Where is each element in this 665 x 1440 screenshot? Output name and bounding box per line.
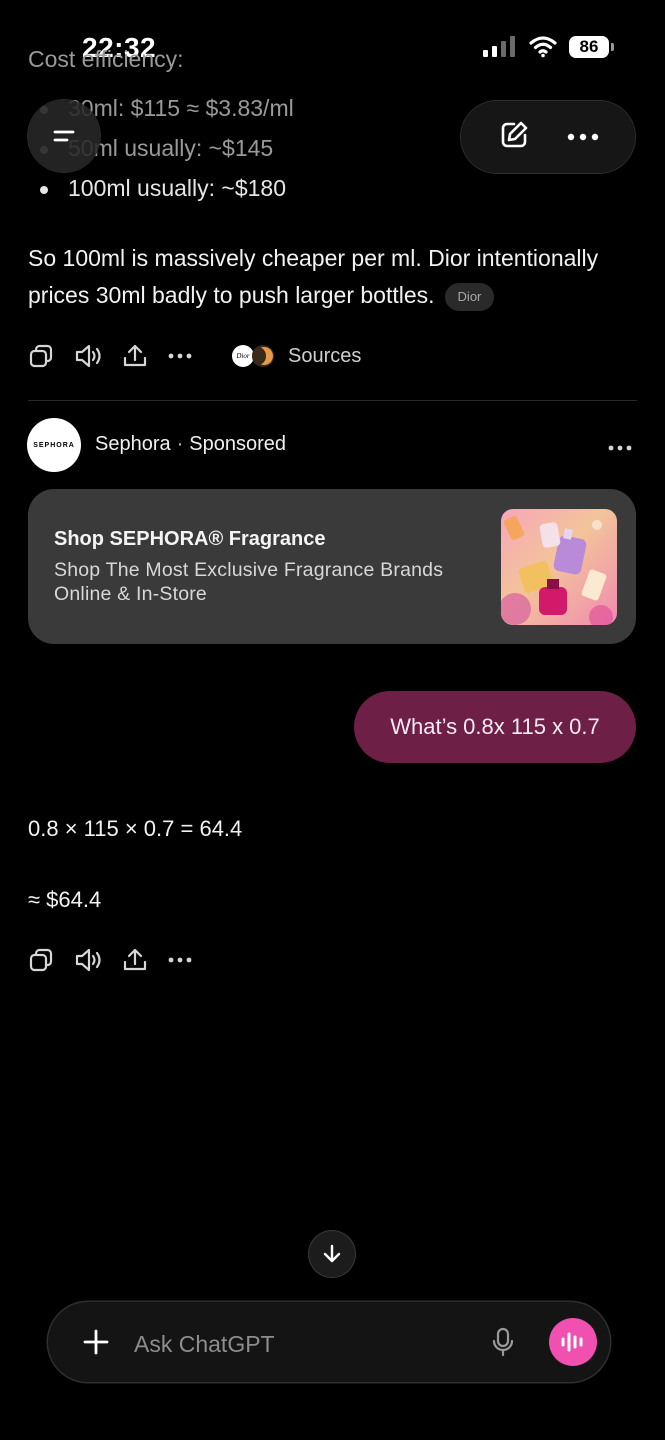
ad-fragrance-image [501,509,617,625]
copy-button[interactable] [28,343,54,369]
read-aloud-button[interactable] [74,343,102,369]
more-icon [608,445,632,451]
ad-more-button[interactable] [608,438,632,456]
share-icon [123,948,147,971]
ad-description: Shop The Most Exclusive Fragrance Brands… [54,559,444,605]
message-more-button[interactable] [168,353,192,359]
new-chat-button[interactable] [498,119,530,156]
assistant-paragraph: So 100ml is massively cheaper per ml. Di… [28,240,648,314]
mic-icon [492,1327,514,1357]
sponsored-label: Sponsored [189,433,287,455]
source-logo [252,345,274,367]
sponsor-name: Sephora [95,433,171,455]
arrow-down-icon [323,1244,341,1263]
message-input[interactable] [132,1326,456,1362]
source-chip[interactable]: Dior [444,282,495,311]
divider [28,400,637,401]
speaker-icon [75,948,101,972]
menu-icon [53,130,75,142]
plus-icon [83,1329,109,1355]
ad-title: Shop SEPHORA® Fragrance [54,528,326,550]
cellular-signal-icon [483,36,515,57]
status-icons: 86 [483,36,614,58]
voice-wave-icon [561,1332,583,1352]
copy-icon [29,948,53,972]
faded-heading: Cost efficiency: [28,46,184,72]
bullet-item: 100ml usually: ~$180 [40,175,286,202]
more-icon [567,133,598,141]
sephora-logo: SEPHORA [27,418,81,472]
sponsor-separator: · [176,433,184,455]
speaker-icon [75,344,101,368]
sources-button[interactable]: Dior Sources [232,345,361,368]
header-actions [461,101,635,173]
share-icon [123,344,147,367]
copy-button[interactable] [28,947,54,973]
assistant-answer-result: ≈ $64.4 [28,887,102,912]
sources-label: Sources [288,344,362,367]
more-icon [168,957,192,963]
more-options-button[interactable] [567,128,599,146]
share-button[interactable] [122,343,148,369]
scroll-to-bottom-button[interactable] [309,1231,355,1277]
battery-indicator: 86 [569,36,614,58]
menu-button[interactable] [28,100,100,172]
add-attachment-button[interactable] [80,1326,112,1358]
message-actions: Dior Sources [28,343,361,369]
copy-icon [29,344,53,368]
dictate-button[interactable] [488,1326,518,1358]
assistant-answer-line: 0.8 × 115 × 0.7 = 64.4 [28,816,243,841]
new-chat-icon [501,121,527,147]
message-more-button[interactable] [168,957,192,963]
share-button[interactable] [122,947,148,973]
user-message-bubble: What’s 0.8x 115 x 0.7 [354,691,636,763]
dior-source-logo: Dior [232,345,254,367]
sponsor-info: Sephora · Sponsored [95,433,286,456]
message-actions [28,947,192,973]
bullet-dot [40,185,48,194]
more-icon [168,353,192,359]
wifi-icon [529,36,557,58]
read-aloud-button[interactable] [74,947,102,973]
voice-mode-button[interactable] [549,1318,597,1366]
